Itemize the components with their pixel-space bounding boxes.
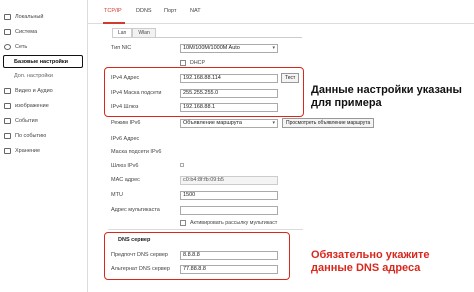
ipv4-gateway-label: IPv4 Шлюз <box>111 104 139 110</box>
sidebar-item-advanced-settings[interactable]: Доп. настройки <box>0 69 88 83</box>
system-icon <box>4 29 11 35</box>
multicast-checkbox-label: Активировать рассылку мультикаст <box>190 220 278 226</box>
nic-type-select[interactable]: 10M/100M/1000M Auto <box>180 44 278 53</box>
top-tabs: TCP/IP DDNS Порт NAT <box>88 0 474 24</box>
sidebar-item-label: Видео и Аудио <box>15 88 53 94</box>
tab-nat[interactable]: NAT <box>190 8 201 14</box>
test-button[interactable]: Тест <box>281 73 300 83</box>
subtab-divider <box>112 37 302 38</box>
image-icon <box>4 103 11 109</box>
multicast-address-input[interactable] <box>180 206 278 215</box>
network-settings-note: Данные настройки указаны для примера <box>311 84 462 110</box>
sidebar-item-label: Система <box>15 29 38 35</box>
dhcp-label: DHCP <box>190 60 206 66</box>
sidebar-item-video-audio[interactable]: Видео и Аудио <box>0 84 88 98</box>
mtu-input[interactable]: 1500 <box>180 191 278 200</box>
sidebar-item-label: По событию <box>15 133 47 139</box>
ipv6-address-label: IPv6 Адрес <box>111 136 140 142</box>
ipv6-mode-label: Режим IPv6 <box>111 120 141 126</box>
sidebar-item-on-event[interactable]: По событию <box>0 129 88 143</box>
active-tab-indicator <box>103 22 125 24</box>
sidebar-item-label: Локальный <box>15 14 44 20</box>
sidebar-item-image[interactable]: изображение <box>0 99 88 113</box>
nic-type-label: Тип NIC <box>111 45 132 51</box>
sidebar-highlight-box <box>3 55 83 68</box>
mtu-label: MTU <box>111 192 123 198</box>
ipv4-gateway-input[interactable]: 192.168.88.1 <box>180 103 278 112</box>
dns-divider <box>108 229 303 230</box>
sidebar-item-system[interactable]: Система <box>0 25 88 39</box>
event-icon <box>4 133 11 139</box>
calendar-icon <box>4 118 11 124</box>
view-route-advertisement-button[interactable]: Просмотреть объявление маршрута <box>282 118 375 128</box>
ipv6-mode-select[interactable]: Объявление маршрута <box>180 119 278 128</box>
sidebar-item-network[interactable]: Сеть <box>0 40 88 54</box>
tab-ddns[interactable]: DDNS <box>136 8 152 14</box>
alternate-dns-label: Альтернат DNS сервер <box>111 266 170 272</box>
dns-required-note: Обязательно укажите данные DNS адреса <box>311 249 430 275</box>
dhcp-checkbox[interactable] <box>180 60 186 66</box>
sidebar-item-label: Доп. настройки <box>14 73 53 79</box>
preferred-dns-input[interactable]: 8.8.8.8 <box>180 251 278 260</box>
ipv6-mask-label: Маска подсети IPv6 <box>111 149 162 155</box>
storage-icon <box>4 148 11 154</box>
sidebar-item-events[interactable]: События <box>0 114 88 128</box>
sidebar-item-local[interactable]: Локальный <box>0 10 88 24</box>
monitor-icon <box>4 14 11 20</box>
sidebar-item-label: изображение <box>15 103 49 109</box>
mac-address-field: c0:b4:8f:fb:09:b5 <box>180 176 278 185</box>
ipv4-mask-input[interactable]: 255.255.255.0 <box>180 89 278 98</box>
multicast-address-label: Адрес мультикаста <box>111 207 160 213</box>
preferred-dns-label: Предпочт DNS сервер <box>111 252 168 258</box>
tab-tcpip[interactable]: TCP/IP <box>104 8 122 14</box>
globe-icon <box>4 44 11 50</box>
ipv4-address-label: IPv4 Адрес <box>111 75 140 81</box>
dns-section-title: DNS сервер <box>118 237 151 243</box>
ipv6-gateway-marker <box>180 163 184 167</box>
sidebar: Локальный Система Сеть Базовые настройки… <box>0 0 88 292</box>
ipv4-address-input[interactable]: 192.168.88.114 <box>180 74 278 83</box>
sidebar-item-label: Сеть <box>15 44 28 50</box>
sidebar-item-storage[interactable]: Хранение <box>0 144 88 158</box>
alternate-dns-input[interactable]: 77.88.8.8 <box>180 265 278 274</box>
video-icon <box>4 88 11 94</box>
tab-port[interactable]: Порт <box>164 8 176 14</box>
sidebar-item-label: События <box>15 118 38 124</box>
mac-address-label: MAC адрес <box>111 177 140 183</box>
ipv4-mask-label: IPv4 Маска подсети <box>111 90 162 96</box>
sidebar-item-label: Хранение <box>15 148 41 154</box>
ipv6-gateway-label: Шлюз IPv6 <box>111 163 139 169</box>
multicast-checkbox[interactable] <box>180 220 186 226</box>
